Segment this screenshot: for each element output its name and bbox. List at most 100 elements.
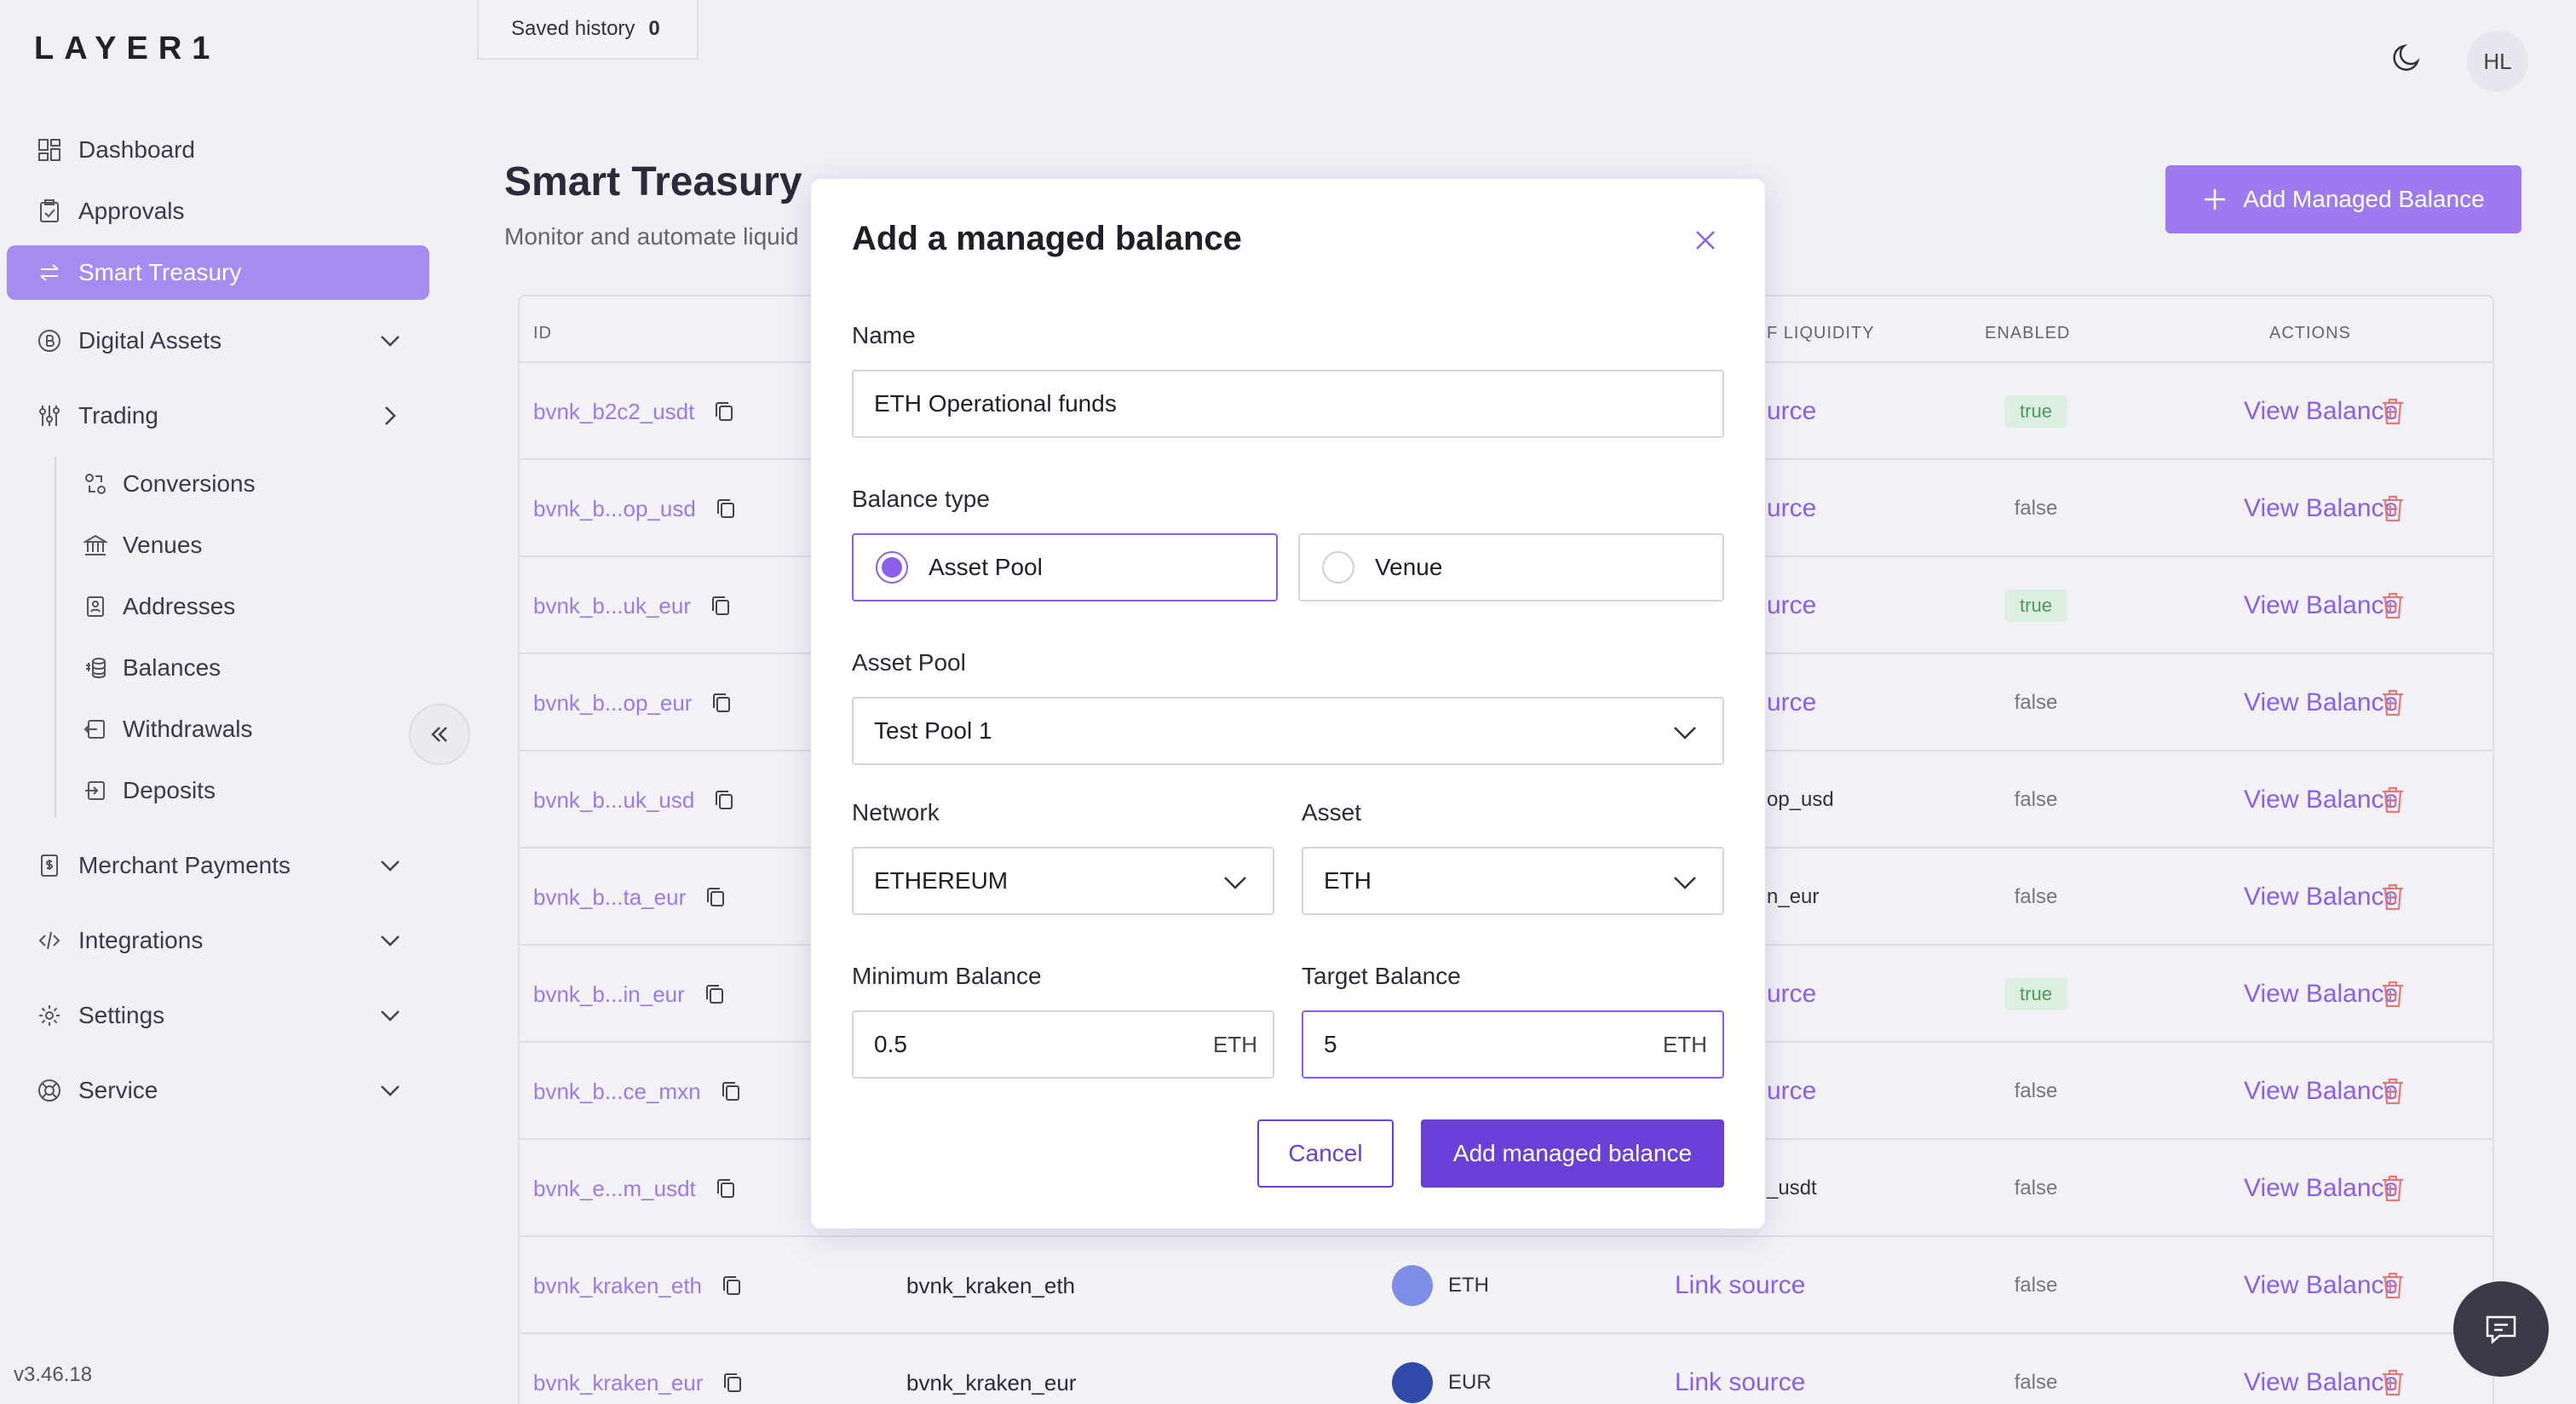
sliders-icon [36,402,63,429]
sidebar-item-dashboard[interactable]: Dashboard [7,123,429,177]
row-id-link[interactable]: bvnk_kraken_eur [533,1370,703,1396]
name-input[interactable]: ETH Operational funds [852,370,1724,438]
copy-icon[interactable] [704,982,726,1006]
sidebar-sub-withdrawals[interactable]: Withdrawals [82,705,252,753]
minimum-balance-label: Minimum Balance [852,963,1042,989]
sidebar-sub-balances[interactable]: Balances [82,644,221,692]
view-balance-link[interactable]: View Balance [2244,591,2398,620]
row-id-link[interactable]: bvnk_b2c2_usdt [533,399,694,425]
coins-icon [82,654,109,682]
sidebar-sub-addresses[interactable]: Addresses [82,583,235,630]
sidebar-sub-conversions[interactable]: Conversions [82,460,256,508]
link-source-link[interactable]: Link source [1675,1368,1805,1397]
view-balance-link[interactable]: View Balance [2244,1174,2398,1203]
view-balance-link[interactable]: View Balance [2244,1368,2398,1397]
copy-icon[interactable] [710,594,732,618]
withdraw-icon [82,716,109,743]
copy-icon[interactable] [721,1274,743,1298]
link-source-link[interactable]: urce [1767,1077,1816,1106]
row-id-link[interactable]: bvnk_b...in_eur [533,981,685,1008]
row-id-link[interactable]: bvnk_b...ta_eur [533,884,686,911]
copy-icon[interactable] [710,691,733,715]
copy-icon[interactable] [713,400,735,423]
view-balance-link[interactable]: View Balance [2244,494,2398,523]
link-source-link[interactable]: urce [1767,688,1816,717]
copy-icon[interactable] [704,885,727,909]
asset-pool-select[interactable]: Test Pool 1 [852,697,1724,765]
cancel-button[interactable]: Cancel [1257,1119,1394,1188]
trash-icon[interactable] [2380,883,2406,912]
minimum-balance-input[interactable]: 0.5 ETH [852,1010,1274,1079]
copy-icon[interactable] [713,788,735,812]
view-balance-link[interactable]: View Balance [2244,980,2398,1009]
view-balance-link[interactable]: View Balance [2244,785,2398,814]
view-balance-link[interactable]: View Balance [2244,688,2398,717]
target-balance-input[interactable]: 5 ETH [1302,1010,1724,1079]
sidebar-item-digital-assets[interactable]: Digital Assets [7,314,429,368]
column-header-source: F LIQUIDITY [1767,324,1875,342]
row-id-link[interactable]: bvnk_b...op_usd [533,496,696,522]
radio-venue[interactable]: Venue [1298,533,1724,601]
trash-icon[interactable] [2380,1077,2406,1106]
chat-button[interactable] [2453,1281,2549,1377]
row-source: op_usd [1767,788,1834,811]
sidebar-item-trading[interactable]: Trading [7,388,429,443]
row-id-link[interactable]: bvnk_b...op_eur [533,690,692,716]
sidebar-item-settings[interactable]: Settings [7,988,429,1043]
view-balance-link[interactable]: View Balance [2244,1271,2398,1300]
link-source-link[interactable]: urce [1767,591,1816,620]
row-id-link[interactable]: bvnk_kraken_eth [533,1273,702,1299]
sidebar-item-merchant-payments[interactable]: Merchant Payments [7,838,429,893]
network-select[interactable]: ETHEREUM [852,847,1274,915]
trash-icon[interactable] [2380,688,2406,717]
saved-history-tab[interactable]: Saved history 0 [477,0,699,60]
avatar[interactable]: HL [2467,31,2528,92]
enabled-badge: false [2014,1177,2058,1200]
sidebar-item-integrations[interactable]: Integrations [7,913,429,968]
trash-icon[interactable] [2380,1174,2406,1203]
trash-icon[interactable] [2380,397,2406,426]
close-icon[interactable] [1690,225,1721,256]
copy-icon[interactable] [715,1177,737,1200]
enabled-badge: false [2014,1079,2058,1102]
row-id-link[interactable]: bvnk_b...uk_usd [533,787,694,814]
trash-icon[interactable] [2380,785,2406,814]
sidebar-sub-venues[interactable]: Venues [82,521,202,569]
add-managed-balance-button[interactable]: Add Managed Balance [2165,165,2521,233]
chevron-down-icon [381,860,400,872]
eth-coin-icon [1392,1265,1433,1306]
copy-icon[interactable] [722,1371,744,1395]
view-balance-link[interactable]: View Balance [2244,883,2398,912]
row-id-link[interactable]: bvnk_b...uk_eur [533,593,691,619]
view-balance-link[interactable]: View Balance [2244,1077,2398,1106]
target-balance-unit: ETH [1663,1031,1707,1057]
link-source-link[interactable]: urce [1767,980,1816,1009]
asset-pool-label: Asset Pool [852,649,966,676]
link-source-link[interactable]: urce [1767,397,1816,426]
trash-icon[interactable] [2380,980,2406,1009]
trash-icon[interactable] [2380,591,2406,620]
moon-icon[interactable] [2389,39,2426,77]
sidebar-item-smart-treasury[interactable]: Smart Treasury [7,245,429,300]
sidebar-sub-deposits[interactable]: Deposits [82,767,216,814]
link-source-link[interactable]: urce [1767,494,1816,523]
trash-icon[interactable] [2380,494,2406,523]
link-source-link[interactable]: Link source [1675,1271,1805,1300]
radio-asset-pool[interactable]: Asset Pool [852,533,1278,601]
add-managed-balance-submit-button[interactable]: Add managed balance [1421,1119,1724,1188]
copy-icon[interactable] [720,1079,742,1103]
collapse-sidebar-button[interactable] [409,704,470,765]
asset-select[interactable]: ETH [1302,847,1724,915]
trash-icon[interactable] [2380,1271,2406,1300]
copy-icon[interactable] [715,497,737,521]
trash-icon[interactable] [2380,1368,2406,1397]
column-header-enabled: ENABLED [1985,324,2071,342]
table-row: bvnk_kraken_eur bvnk_kraken_eur EUR Link so… [520,1332,2493,1404]
row-id-link[interactable]: bvnk_e...m_usdt [533,1176,696,1202]
sidebar: LAYER1 Dashboard Approvals Smart Treasur… [0,0,451,1404]
sidebar-item-service[interactable]: Service [7,1063,429,1118]
view-balance-link[interactable]: View Balance [2244,397,2398,426]
chevron-down-icon [1674,877,1696,889]
row-id-link[interactable]: bvnk_b...ce_mxn [533,1079,701,1105]
sidebar-item-approvals[interactable]: Approvals [7,184,429,239]
